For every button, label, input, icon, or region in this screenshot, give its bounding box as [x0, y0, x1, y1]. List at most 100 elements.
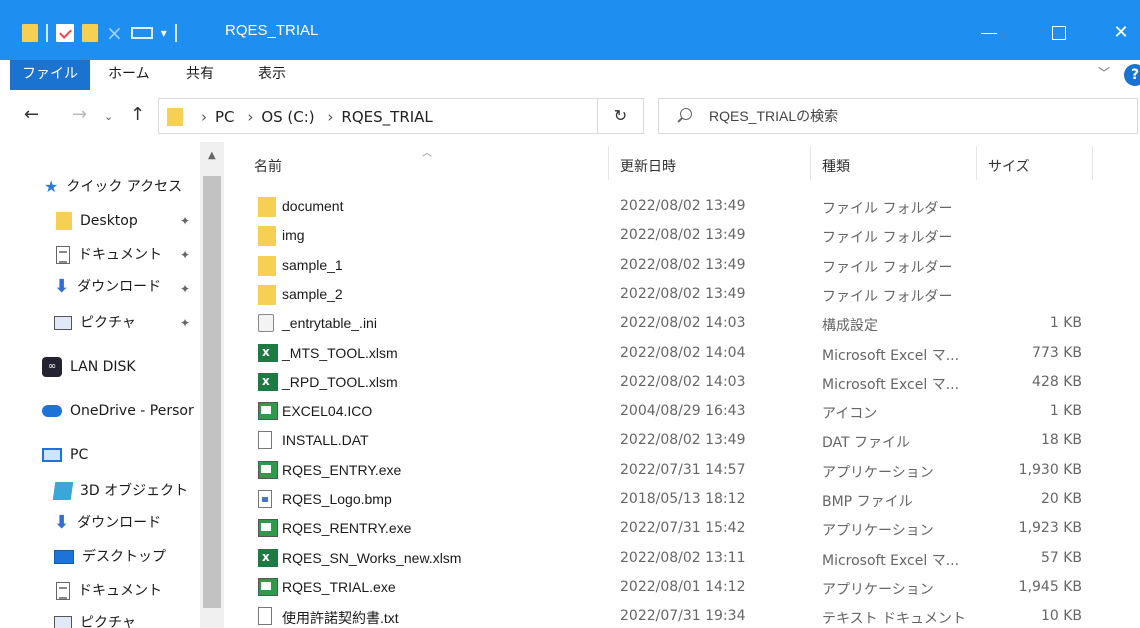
properties-icon[interactable] [56, 24, 74, 42]
file-name: INSTALL.DAT [282, 432, 369, 449]
sidebar-item-quick-access[interactable]: ★ クイック アクセス [44, 172, 182, 202]
refresh-button[interactable]: ↻ [598, 98, 644, 134]
column-divider[interactable] [1092, 146, 1093, 180]
file-size: 1 KB [1049, 403, 1082, 420]
customize-toolbar-dropdown[interactable]: ▾ [161, 26, 167, 40]
column-divider[interactable] [976, 146, 977, 180]
file-row[interactable]: img 2022/08/02 13:49 ファイル フォルダー [224, 221, 1140, 250]
pin-icon[interactable]: ✦ [180, 316, 190, 330]
forward-arrow-icon[interactable]: → [72, 104, 87, 125]
file-date: 2022/08/02 13:49 [620, 285, 746, 302]
file-row[interactable]: 使用許諾契約書.txt 2022/07/31 19:34 テキスト ドキュメント 10… [224, 602, 1140, 628]
sidebar-item-label: デスクトップ [82, 549, 166, 565]
file-row[interactable]: INSTALL.DAT 2022/08/02 13:49 DAT ファイル 18 KB [224, 426, 1140, 455]
close-button[interactable]: ✕ [1098, 18, 1140, 48]
file-row[interactable]: _RPD_TOOL.xlsm 2022/08/02 14:03 Microsoft … [224, 368, 1140, 397]
help-icon[interactable]: ? [1124, 64, 1140, 86]
onedrive-icon [42, 405, 62, 417]
file-type: ファイル フォルダー [822, 288, 953, 305]
file-type: アイコン [822, 406, 878, 423]
expand-ribbon-chevron-icon[interactable]: ﹀ [1098, 64, 1110, 81]
sidebar-item-pc-desktop[interactable]: デスクトップ [54, 542, 166, 572]
sidebar-item-onedrive[interactable]: OneDrive - Persor [42, 396, 200, 426]
file-row[interactable]: EXCEL04.ICO 2004/08/29 16:43 アイコン 1 KB [224, 397, 1140, 426]
address-bar[interactable]: ›PC ›OS (C:) ›RQES_TRIAL ⌄ [158, 98, 739, 134]
tab-share[interactable]: 共有 [174, 60, 226, 90]
delete-icon[interactable]: × [106, 23, 123, 43]
minimize-button[interactable] [966, 18, 1012, 48]
sidebar-item-3d-objects[interactable]: 3D オブジェクト [52, 476, 188, 506]
recent-locations-chevron-icon[interactable]: ⌄ [104, 110, 113, 123]
file-type: ファイル フォルダー [822, 259, 953, 276]
sidebar-item-downloads[interactable]: ⬇ ダウンロード [54, 272, 161, 302]
toolbar-divider [174, 24, 177, 42]
download-icon: ⬇ [54, 276, 70, 297]
column-divider[interactable] [608, 146, 609, 180]
file-row[interactable]: RQES_SN_Works_new.xlsm 2022/08/02 13:11 Mi… [224, 544, 1140, 573]
file-row[interactable]: sample_2 2022/08/02 13:49 ファイル フォルダー [224, 280, 1140, 309]
file-row[interactable]: RQES_Logo.bmp 2018/05/13 18:12 BMP ファイル 20 … [224, 485, 1140, 514]
file-date: 2022/08/02 14:03 [620, 315, 746, 332]
rename-icon[interactable] [130, 27, 153, 39]
breadcrumb-os-drive[interactable]: OS (C:) [261, 108, 314, 126]
file-row[interactable]: RQES_TRIAL.exe 2022/08/01 14:12 アプリケーション 1,… [224, 573, 1140, 602]
file-type: テキスト ドキュメント [822, 611, 967, 628]
sidebar-item-desktop[interactable]: Desktop [56, 206, 138, 236]
document-icon [56, 582, 70, 600]
file-date: 2022/08/02 13:49 [620, 256, 746, 273]
column-header-size[interactable]: サイズ [988, 156, 1030, 178]
file-row[interactable]: RQES_ENTRY.exe 2022/07/31 14:57 アプリケーション 1,… [224, 456, 1140, 485]
column-header-name[interactable]: 名前 [254, 156, 282, 178]
sidebar-item-pc-downloads[interactable]: ⬇ ダウンロード [54, 508, 161, 538]
breadcrumb-rqes-trial[interactable]: RQES_TRIAL [341, 108, 432, 126]
breadcrumb-separator: › [201, 108, 207, 126]
file-row[interactable]: document 2022/08/02 13:49 ファイル フォルダー [224, 192, 1140, 221]
file-type: アプリケーション [822, 523, 934, 540]
sidebar-item-lan-disk[interactable]: ∞ LAN DISK [42, 352, 136, 382]
file-type: DAT ファイル [822, 435, 911, 452]
file-size: 57 KB [1040, 549, 1082, 566]
sidebar-item-pc-pictures[interactable]: ピクチャ [54, 608, 136, 628]
file-size: 20 KB [1040, 491, 1082, 507]
folder-icon [258, 284, 276, 305]
excel-macro-icon [258, 343, 278, 362]
folder-icon [258, 197, 276, 217]
sidebar-item-pc[interactable]: PC [42, 440, 88, 470]
column-divider[interactable] [810, 146, 811, 180]
file-name: sample_2 [282, 285, 343, 302]
lan-disk-icon: ∞ [42, 357, 62, 377]
scroll-up-arrow-icon[interactable]: ▲ [208, 150, 216, 161]
scrollbar-thumb[interactable] [203, 176, 221, 608]
back-arrow-icon[interactable]: ← [24, 104, 39, 125]
sidebar-item-label: ピクチャ [80, 615, 136, 628]
up-arrow-icon[interactable]: ↑ [130, 104, 145, 125]
pin-icon[interactable]: ✦ [180, 248, 190, 262]
file-date: 2022/08/02 13:49 [620, 227, 746, 244]
sidebar-item-label: ピクチャ [80, 315, 136, 331]
sidebar-scrollbar[interactable]: ▲ [200, 142, 224, 628]
download-icon: ⬇ [54, 512, 70, 533]
title-bar: × ▾ RQES_TRIAL ✕ [0, 0, 1140, 60]
search-box[interactable] [658, 98, 1138, 134]
file-row[interactable]: _entrytable_.ini 2022/08/02 14:03 構成設定 1 KB [224, 309, 1140, 338]
pin-icon[interactable]: ✦ [180, 282, 190, 296]
file-row[interactable]: sample_1 2022/08/02 13:49 ファイル フォルダー [224, 251, 1140, 280]
file-row[interactable]: RQES_RENTRY.exe 2022/07/31 15:42 アプリケーション 1… [224, 514, 1140, 543]
column-header-date[interactable]: 更新日時 [620, 156, 676, 178]
file-row[interactable]: _MTS_TOOL.xlsm 2022/08/02 14:04 Microsoft … [224, 339, 1140, 368]
sidebar-item-documents[interactable]: ドキュメント [56, 240, 162, 270]
tab-file[interactable]: ファイル [10, 60, 90, 90]
tab-home[interactable]: ホーム [96, 60, 162, 90]
tab-view[interactable]: 表示 [246, 60, 298, 90]
breadcrumb-pc[interactable]: PC [215, 108, 235, 126]
sidebar-item-pc-documents[interactable]: ドキュメント [56, 576, 162, 606]
column-header-type[interactable]: 種類 [822, 156, 850, 178]
star-icon: ★ [44, 177, 59, 196]
maximize-button[interactable] [1036, 18, 1082, 48]
settings-file-icon [258, 314, 274, 333]
sidebar-item-pictures[interactable]: ピクチャ [54, 308, 136, 338]
new-folder-icon[interactable] [82, 24, 98, 42]
search-input[interactable] [709, 99, 1109, 133]
file-type: Microsoft Excel マ... [822, 376, 960, 393]
pin-icon[interactable]: ✦ [180, 214, 190, 228]
